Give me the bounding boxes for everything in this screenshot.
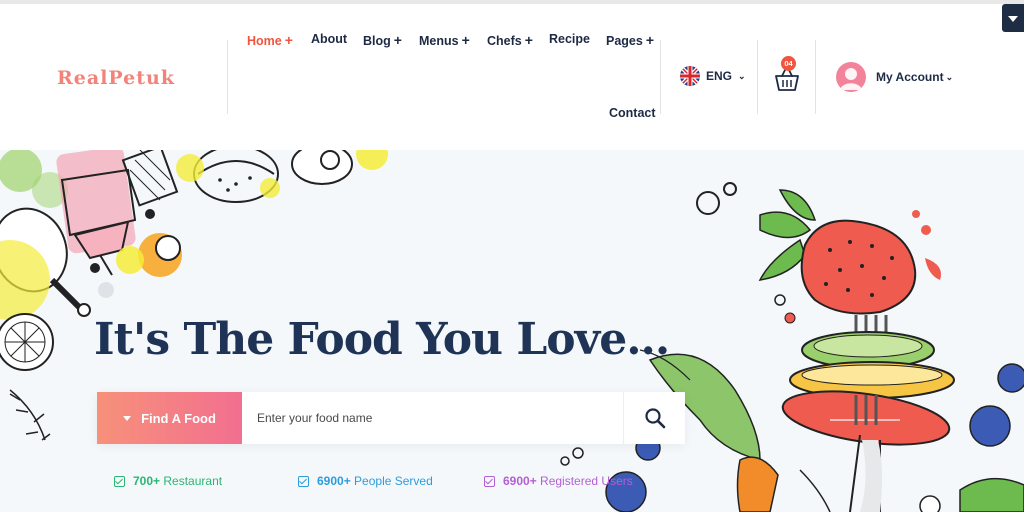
divider — [815, 40, 816, 114]
nav-item-pages[interactable]: Pages + — [606, 32, 654, 48]
divider — [660, 40, 661, 114]
basket-icon — [775, 69, 799, 91]
plus-icon: + — [461, 32, 470, 48]
stat-registered-users: 6900+ Registered Users — [484, 474, 633, 488]
hero-section: It's The Food You Love... Find A Food 70… — [0, 150, 1024, 512]
account-label: My Account — [876, 70, 944, 84]
chevron-down-icon: ⌄ — [738, 70, 746, 81]
account-menu[interactable]: My Account ⌄ — [836, 62, 953, 92]
nav-item-recipe[interactable]: Recipe — [549, 32, 590, 46]
stat-number: 6900+ — [317, 474, 351, 488]
chevron-down-icon: ⌄ — [945, 71, 954, 82]
nav-item-blog[interactable]: Blog + — [363, 32, 402, 48]
nav-label: Blog — [363, 34, 391, 48]
corner-dropdown-toggle[interactable] — [1002, 4, 1024, 32]
nav-label: About — [311, 32, 348, 46]
nav-label: Pages — [606, 34, 643, 48]
avatar-icon — [836, 62, 866, 92]
site-logo[interactable]: RealPetuk — [57, 67, 175, 89]
language-selector[interactable]: ENG ⌄ — [680, 66, 746, 86]
stat-number: 700+ — [133, 474, 161, 488]
food-search-bar: Find A Food — [97, 392, 685, 444]
stat-people-served: 6900+ People Served — [298, 474, 433, 488]
stat-label: People Served — [354, 474, 433, 488]
cart-count-badge: 04 — [781, 56, 796, 71]
nav-item-about[interactable]: About — [311, 32, 347, 46]
nav-item-contact[interactable]: Contact — [609, 106, 656, 120]
search-button[interactable] — [623, 392, 685, 444]
checkbox-icon — [484, 475, 495, 487]
checkbox-icon — [114, 475, 125, 487]
find-food-dropdown-button[interactable]: Find A Food — [97, 392, 242, 444]
stat-label: Restaurant — [163, 474, 223, 488]
nav-label: Chefs — [487, 34, 522, 48]
nav-item-home[interactable]: Home + — [247, 32, 293, 48]
hero-headline: It's The Food You Love... — [94, 314, 670, 365]
nav-item-menus[interactable]: Menus + — [419, 32, 470, 48]
plus-icon: + — [284, 32, 293, 48]
find-food-label: Find A Food — [141, 410, 216, 426]
stat-label: Registered Users — [540, 474, 633, 488]
caret-down-icon — [123, 415, 132, 421]
checkbox-icon — [298, 475, 309, 487]
plus-icon: + — [524, 32, 533, 48]
nav-label: Home — [247, 34, 282, 48]
nav-label: Recipe — [549, 32, 590, 46]
stat-number: 6900+ — [503, 474, 537, 488]
nav-label: Contact — [609, 106, 656, 120]
plus-icon: + — [393, 32, 402, 48]
stat-restaurants: 700+ Restaurant — [114, 474, 222, 488]
site-header: RealPetuk Home + About Blog + Menus + Chefs… — [0, 4, 1024, 150]
plus-icon: + — [645, 32, 655, 48]
language-label: ENG — [706, 69, 733, 83]
food-search-input[interactable] — [242, 392, 623, 444]
nav-item-chefs[interactable]: Chefs + — [487, 32, 533, 48]
nav-label: Menus — [419, 34, 459, 48]
divider — [227, 40, 228, 114]
search-icon — [644, 408, 665, 429]
uk-flag-icon — [680, 66, 700, 86]
cart-button[interactable]: 04 — [774, 56, 800, 91]
divider — [757, 40, 758, 114]
